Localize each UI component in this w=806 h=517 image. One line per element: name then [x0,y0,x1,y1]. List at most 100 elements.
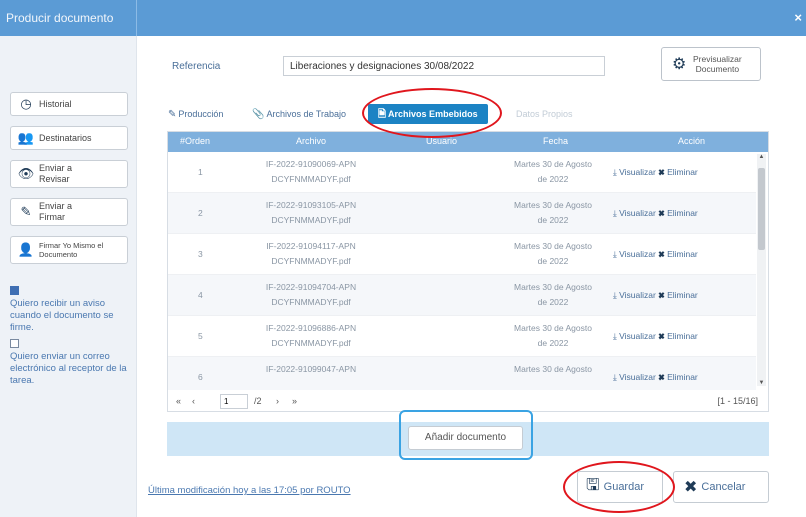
send-to-review-label: Enviar a Revisar [39,163,73,184]
dialog-titlebar: Producir documento × [0,0,806,36]
reference-label: Referencia [172,61,221,72]
scroll-down-icon[interactable]: ▼ [757,380,766,386]
row-order: 1 [198,167,203,177]
header-action: Acción [678,136,706,146]
tab-production[interactable]: ✎ Producción [168,104,223,124]
save-button-label: Guardar [603,481,644,493]
row-file-line1: IF-2022-91099047-APN [265,364,357,374]
row-file: IF-2022-91096886-APN DCYFNMMADYF.pdf [236,321,386,351]
table-scrollbar[interactable]: ▲ ▼ [757,154,766,386]
row-file-line2: DCYFNMMADYF.pdf [271,256,351,266]
notify-checkbox[interactable] [10,286,19,295]
sidebar: ◷ Historial 👥 Destinatarios 👁 Enviar a R… [0,36,137,517]
clock-icon: ◷ [20,96,32,111]
last-modified-link[interactable]: Última modificación hoy a las 17:05 por … [148,485,351,496]
page-total: /2 [254,396,262,406]
delete-link[interactable]: Eliminar [667,167,698,177]
preview-document-button[interactable]: ⚙ Previsualizar Documento [661,47,761,81]
table-row: 5 IF-2022-91096886-APN DCYFNMMADYF.pdf Ma… [168,316,756,357]
row-file: IF-2022-91093105-APN DCYFNMMADYF.pdf [236,198,386,228]
row-file-line1: IF-2022-91093105-APN [265,200,357,210]
delete-link[interactable]: Eliminar [667,208,698,218]
row-date-line2: de 2022 [537,297,569,307]
delete-link[interactable]: Eliminar [667,290,698,300]
next-page-icon[interactable]: › [276,396,279,406]
table-row: 6 IF-2022-91099047-APN Martes 30 de Agos… [168,357,756,390]
delete-icon: ✖ [658,208,665,218]
tab-work-files[interactable]: 📎 Archivos de Trabajo [252,104,346,124]
prev-page-icon[interactable]: ‹ [192,396,195,406]
history-button[interactable]: ◷ Historial [10,92,128,116]
delete-link[interactable]: Eliminar [667,331,698,341]
send-to-review-button[interactable]: 👁 Enviar a Revisar [10,160,128,188]
delete-link[interactable]: Eliminar [667,249,698,259]
view-link[interactable]: Visualizar [619,372,656,382]
view-link[interactable]: Visualizar [619,249,656,259]
close-icon[interactable]: × [794,10,802,25]
view-link[interactable]: Visualizar [619,167,656,177]
tab-own-data[interactable]: Datos Propios [514,104,573,124]
table-row: 1 IF-2022-91090069-APN DCYFNMMADYF.pdf Ma… [168,152,756,193]
email-checkbox[interactable] [10,339,19,348]
dialog-title: Producir documento [6,11,114,25]
download-icon: ⤓ [613,331,617,341]
row-file-line1: IF-2022-91090069-APN [265,159,357,169]
row-file: IF-2022-91099047-APN [236,362,386,377]
notify-option: Quiero recibir un aviso cuando el docume… [10,286,135,334]
header-date: Fecha [543,136,569,146]
recipients-button[interactable]: 👥 Destinatarios [10,126,128,150]
recipients-button-label: Destinatarios [39,132,92,143]
view-link[interactable]: Visualizar [619,290,656,300]
first-page-icon[interactable]: « [176,396,181,406]
add-document-button[interactable]: Añadir documento [408,426,523,450]
row-date-line2: de 2022 [537,215,569,225]
row-date: Martes 30 de Agosto de 2022 [498,239,608,269]
preview-document-label: Previsualizar Documento [693,54,742,74]
delete-link[interactable]: Eliminar [667,372,698,382]
row-file-line1: IF-2022-91094704-APN [265,282,357,292]
row-date-line1: Martes 30 de Agosto [514,364,592,374]
row-actions: ⤓ Visualizar ✖ Eliminar [613,208,753,219]
delete-icon: ✖ [658,331,665,341]
save-button[interactable]: 🖫 Guardar [577,471,663,503]
embedded-files-table: #Orden Archivo Usuario Fecha Acción 1 IF… [167,131,769,412]
gear-icon: ⚙ [672,56,687,73]
row-order: 6 [198,372,203,382]
row-actions: ⤓ Visualizar ✖ Eliminar [613,167,753,178]
row-date-line1: Martes 30 de Agosto [514,159,592,169]
tab-embedded-files[interactable]: 🗎 Archivos Embebidos [368,104,488,124]
sign-myself-button[interactable]: 👤 Firmar Yo Mismo el Documento [10,236,128,264]
scroll-up-icon[interactable]: ▲ [757,154,766,160]
page-input[interactable] [220,394,248,409]
scrollbar-thumb[interactable] [758,168,765,250]
table-body: 1 IF-2022-91090069-APN DCYFNMMADYF.pdf Ma… [168,152,756,390]
table-row: 4 IF-2022-91094704-APN DCYFNMMADYF.pdf Ma… [168,275,756,316]
row-file-line2: DCYFNMMADYF.pdf [271,297,351,307]
produce-document-dialog: Producir documento × ◷ Historial 👥 Desti… [0,0,806,517]
row-file-line2: DCYFNMMADYF.pdf [271,174,351,184]
tab-production-label: Producción [178,109,224,119]
tab-work-files-label: Archivos de Trabajo [266,109,346,119]
view-link[interactable]: Visualizar [619,208,656,218]
titlebar-divider [136,0,137,36]
row-file: IF-2022-91094704-APN DCYFNMMADYF.pdf [236,280,386,310]
view-link[interactable]: Visualizar [619,331,656,341]
header-file: Archivo [296,136,327,146]
last-page-icon[interactable]: » [292,396,297,406]
delete-icon: ✖ [658,249,665,259]
row-file-line2: DCYFNMMADYF.pdf [271,215,351,225]
send-to-sign-button[interactable]: ✎ Enviar a Firmar [10,198,128,226]
history-button-label: Historial [39,98,72,109]
row-date: Martes 30 de Agosto de 2022 [498,157,608,187]
delete-icon: ✖ [658,167,665,177]
paperclip-icon: 📎 [252,109,265,120]
row-file: IF-2022-91090069-APN DCYFNMMADYF.pdf [236,157,386,187]
reference-input[interactable]: Liberaciones y designaciones 30/08/2022 [283,56,605,76]
cancel-button[interactable]: ✖ Cancelar [673,471,769,503]
row-date-line1: Martes 30 de Agosto [514,323,592,333]
edit-icon: ✎ [20,204,32,219]
table-pager: « ‹ /2 › » [1 - 15/16] [168,394,768,412]
header-order: #Orden [180,136,211,146]
email-label: Quiero enviar un correo electrónico al r… [10,351,127,386]
file-icon: 🗎 [378,109,387,120]
